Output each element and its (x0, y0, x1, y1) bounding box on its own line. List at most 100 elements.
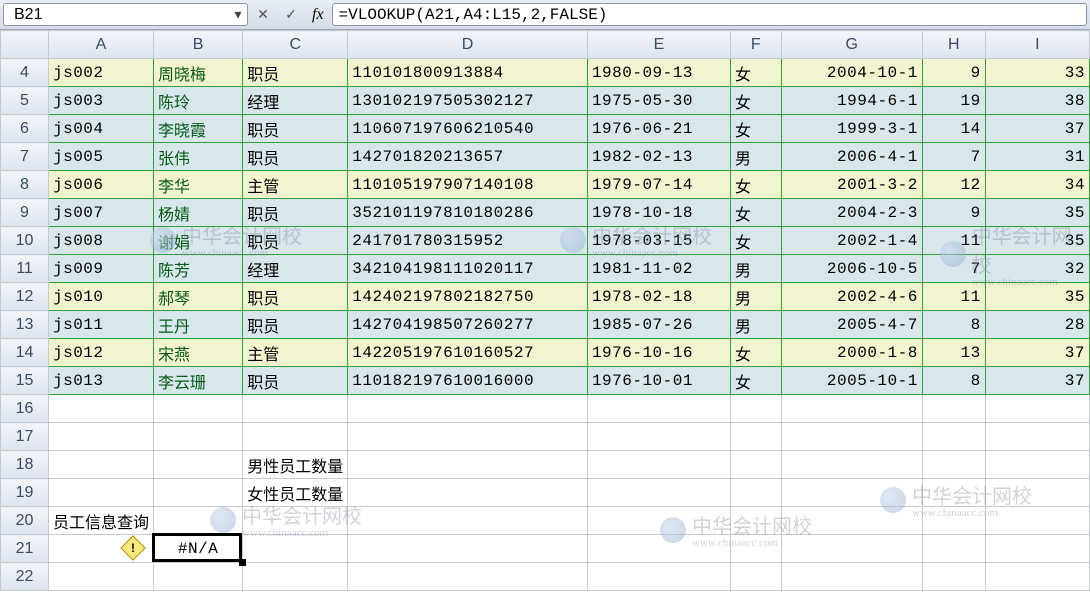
cell[interactable]: 1982-02-13 (587, 143, 730, 171)
cell[interactable]: 职员 (243, 311, 348, 339)
cell[interactable]: 李云珊 (154, 367, 243, 395)
cell[interactable]: js005 (49, 143, 154, 171)
cell[interactable] (348, 507, 588, 535)
cell[interactable] (587, 507, 730, 535)
cell[interactable] (985, 395, 1089, 423)
column-header[interactable]: C (243, 31, 348, 59)
cell[interactable]: 1976-06-21 (587, 115, 730, 143)
cell[interactable] (154, 563, 243, 591)
cell[interactable]: 2005-10-1 (781, 367, 922, 395)
cell[interactable] (154, 451, 243, 479)
cell[interactable] (985, 479, 1089, 507)
cell[interactable] (781, 507, 922, 535)
cell[interactable]: 1978-03-15 (587, 227, 730, 255)
cell[interactable]: 110101800913884 (348, 59, 588, 87)
cell[interactable]: 31 (985, 143, 1089, 171)
row-header[interactable]: 7 (1, 143, 49, 171)
cell[interactable]: 女 (730, 339, 781, 367)
cell[interactable] (587, 563, 730, 591)
cell[interactable]: 男性员工数量 (243, 451, 348, 479)
cell[interactable] (922, 451, 985, 479)
cell[interactable]: 142701820213657 (348, 143, 588, 171)
cell[interactable] (587, 479, 730, 507)
cell[interactable]: 职员 (243, 283, 348, 311)
cell[interactable]: 142704198507260277 (348, 311, 588, 339)
cancel-formula-icon[interactable]: ✕ (250, 3, 276, 27)
cell[interactable] (49, 451, 154, 479)
cell[interactable]: 男 (730, 255, 781, 283)
cell[interactable]: 2002-1-4 (781, 227, 922, 255)
row-header[interactable]: 22 (1, 563, 49, 591)
cell[interactable]: 7 (922, 143, 985, 171)
cell[interactable]: 13 (922, 339, 985, 367)
row-header[interactable]: 16 (1, 395, 49, 423)
row-header[interactable]: 11 (1, 255, 49, 283)
row-header[interactable]: 15 (1, 367, 49, 395)
cell[interactable] (730, 395, 781, 423)
cell[interactable]: 38 (985, 87, 1089, 115)
cell[interactable] (781, 563, 922, 591)
cell[interactable]: 11 (922, 227, 985, 255)
cell[interactable]: js007 (49, 199, 154, 227)
cell[interactable]: 37 (985, 367, 1089, 395)
cell[interactable]: 员工信息查询 (49, 507, 154, 535)
cell[interactable] (781, 451, 922, 479)
cell[interactable]: 职员 (243, 227, 348, 255)
spreadsheet-grid[interactable]: 中华会计网校www.chinaacc.com 中华会计网校www.chinaac… (0, 30, 1090, 608)
column-header[interactable]: H (922, 31, 985, 59)
cell[interactable] (730, 563, 781, 591)
cell[interactable] (922, 395, 985, 423)
cell[interactable] (49, 563, 154, 591)
cell[interactable]: 342104198111020117 (348, 255, 588, 283)
row-header[interactable]: 20 (1, 507, 49, 535)
cell[interactable]: 8 (922, 367, 985, 395)
cell[interactable]: 352101197810180286 (348, 199, 588, 227)
cell[interactable]: 职员 (243, 59, 348, 87)
column-header[interactable]: F (730, 31, 781, 59)
cell[interactable]: 主管 (243, 171, 348, 199)
cell[interactable]: 1978-02-18 (587, 283, 730, 311)
cell[interactable]: 1985-07-26 (587, 311, 730, 339)
cell[interactable]: 9 (922, 59, 985, 87)
cell[interactable] (348, 535, 588, 563)
cell[interactable]: 28 (985, 311, 1089, 339)
cell[interactable]: 142402197802182750 (348, 283, 588, 311)
cell[interactable]: 职员 (243, 143, 348, 171)
cell[interactable]: 110607197606210540 (348, 115, 588, 143)
cell[interactable]: 11 (922, 283, 985, 311)
cell[interactable] (348, 479, 588, 507)
cell[interactable]: 19 (922, 87, 985, 115)
cell[interactable]: 241701780315952 (348, 227, 588, 255)
cell[interactable]: 杨婧 (154, 199, 243, 227)
cell[interactable] (781, 535, 922, 563)
cell[interactable]: 2001-3-2 (781, 171, 922, 199)
cell[interactable]: 1976-10-01 (587, 367, 730, 395)
cell[interactable]: 37 (985, 115, 1089, 143)
cell[interactable] (730, 507, 781, 535)
cell[interactable]: 142205197610160527 (348, 339, 588, 367)
cell[interactable]: 职员 (243, 199, 348, 227)
cell[interactable] (922, 507, 985, 535)
cell[interactable]: 14 (922, 115, 985, 143)
cell[interactable] (154, 479, 243, 507)
cell[interactable] (348, 395, 588, 423)
cell[interactable] (49, 479, 154, 507)
cell[interactable] (985, 423, 1089, 451)
cell[interactable] (243, 507, 348, 535)
name-box[interactable] (10, 6, 229, 24)
cell[interactable]: 2004-2-3 (781, 199, 922, 227)
cell[interactable]: 郝琴 (154, 283, 243, 311)
cell[interactable]: 2006-10-5 (781, 255, 922, 283)
cell[interactable]: 8 (922, 311, 985, 339)
cell[interactable] (985, 451, 1089, 479)
cell[interactable] (985, 535, 1089, 563)
cell[interactable]: 主管 (243, 339, 348, 367)
column-header[interactable]: E (587, 31, 730, 59)
formula-input[interactable] (339, 6, 1080, 24)
cell[interactable]: 35 (985, 199, 1089, 227)
cell[interactable]: 110105197907140108 (348, 171, 588, 199)
cell[interactable] (781, 423, 922, 451)
cell[interactable]: 张伟 (154, 143, 243, 171)
row-header[interactable]: 12 (1, 283, 49, 311)
cell[interactable] (154, 507, 243, 535)
